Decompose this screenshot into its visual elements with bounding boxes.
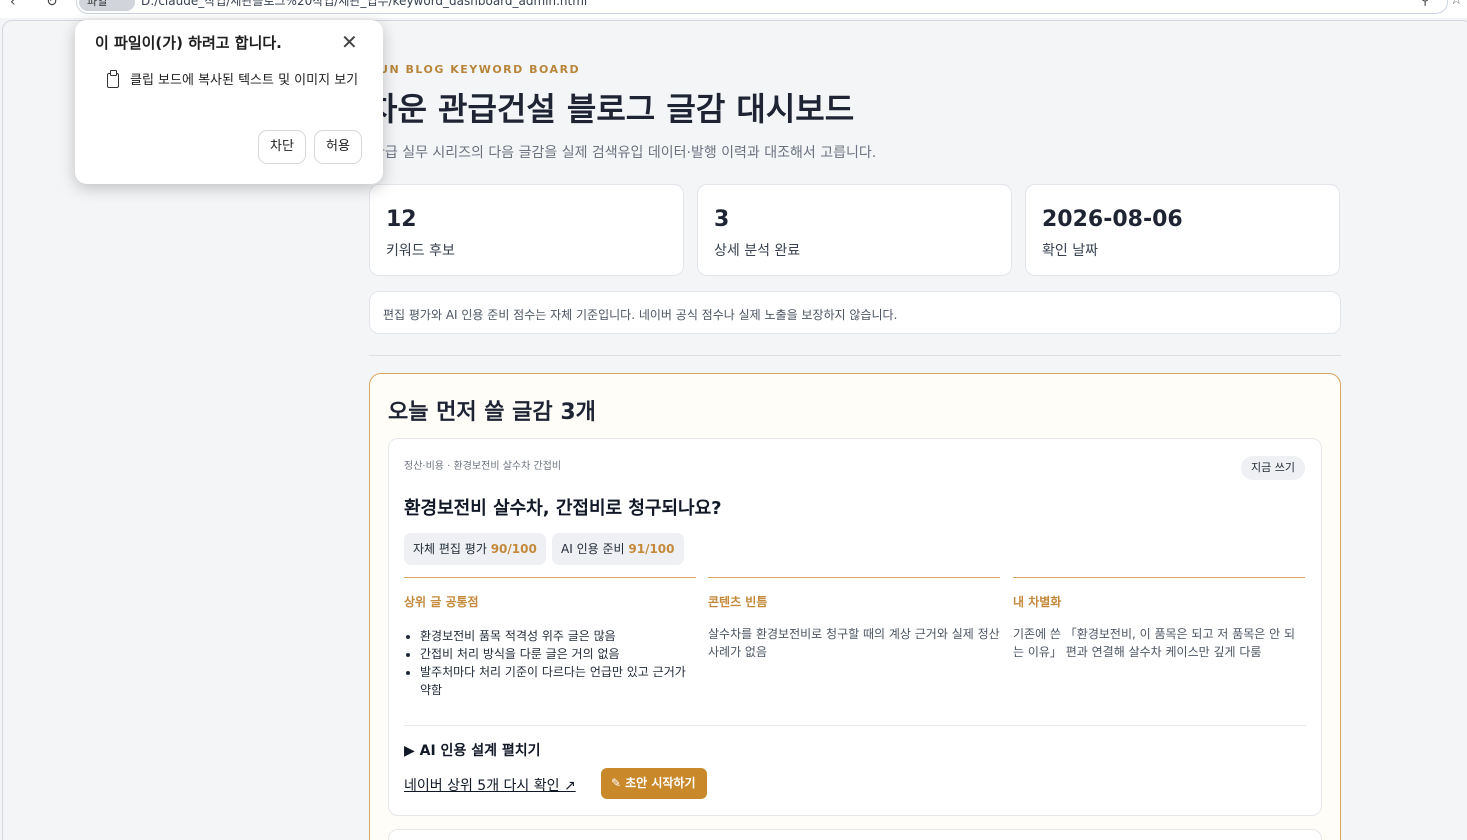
ai-score-chip: AI 인용 준비 91/100 <box>552 533 684 565</box>
ai-design-toggle[interactable]: ▶ AI 인용 설계 펼치기 <box>404 740 540 760</box>
topic-title: 환경보전비 살수차, 간접비로 청구되나요? <box>404 498 722 519</box>
ai-score-value: 91/100 <box>628 542 675 556</box>
page-subtitle: 관급 실무 시리즈의 다음 글감을 실제 검색유입 데이터·발행 이력과 대조해… <box>372 145 877 161</box>
insight-heading: 콘텐츠 빈틈 <box>708 595 768 609</box>
search-icon[interactable]: ⚲ <box>1420 0 1430 8</box>
topic-card-next <box>388 829 1322 840</box>
naver-recheck-link[interactable]: 네이버 상위 5개 다시 확인 ↗ <box>404 775 576 795</box>
site-info-label: 파일 <box>87 0 108 8</box>
arrow-left-icon[interactable]: ‹ <box>10 0 16 10</box>
insight-heading: 상위 글 공통점 <box>404 595 479 609</box>
browser-toolbar: ‹ ↻ 파일 D:/claude_작업/세관블로그%20작업/세관_업무/key… <box>0 0 1467 18</box>
start-draft-button[interactable]: ✎ 초안 시작하기 <box>601 768 708 799</box>
star-icon[interactable]: ☆ <box>1450 0 1463 8</box>
pencil-icon: ✎ <box>611 776 622 790</box>
list-item: 환경보전비 품목 적격성 위주 글은 많음 <box>420 627 696 645</box>
section-divider <box>369 355 1341 356</box>
stat-card-analysis-done: 3 상세 분석 완료 <box>697 184 1012 276</box>
stat-card-check-date: 2026-08-06 확인 날짜 <box>1025 184 1340 276</box>
write-now-badge: 지금 쓰기 <box>1241 456 1305 480</box>
permission-popup: 이 파일이(가) 하려고 합니다. ✕ 클립 보드에 복사된 텍스트 및 이미지… <box>75 20 383 184</box>
list-item: 발주처마다 처리 기준이 다르다는 언급만 있고 근거가 약함 <box>420 663 696 699</box>
start-draft-label: 초안 시작하기 <box>625 776 696 790</box>
address-text: D:/claude_작업/세관블로그%20작업/세관_업무/keyword_da… <box>141 0 588 8</box>
edit-score-label: 자체 편집 평가 <box>413 542 487 556</box>
today-section-title: 오늘 먼저 쓸 글감 3개 <box>388 400 596 425</box>
card-divider <box>404 725 1306 726</box>
allow-button[interactable]: 허용 <box>314 130 362 164</box>
reload-icon[interactable]: ↻ <box>46 0 58 10</box>
edit-score-chip: 자체 편집 평가 90/100 <box>404 533 546 565</box>
stat-value: 12 <box>386 207 417 232</box>
board-eyebrow: EUN BLOG KEYWORD BOARD <box>370 63 581 76</box>
page-title: 차운 관급건설 블로그 글감 대시보드 <box>368 90 855 128</box>
stat-label: 확인 날짜 <box>1042 243 1098 259</box>
site-info-button[interactable]: 파일 <box>79 0 135 11</box>
list-item: 간접비 처리 방식을 다룬 글은 거의 없음 <box>420 645 696 663</box>
stat-value: 3 <box>714 207 730 232</box>
block-button[interactable]: 차단 <box>258 130 306 164</box>
clipboard-icon <box>107 70 119 88</box>
address-bar[interactable]: 파일 D:/claude_작업/세관블로그%20작업/세관_업무/keyword… <box>76 0 1448 14</box>
popup-title: 이 파일이(가) 하려고 합니다. <box>95 34 282 52</box>
common-points-list: 환경보전비 품목 적격성 위주 글은 많음 간접비 처리 방식을 다룬 글은 거… <box>404 627 696 699</box>
stat-card-keyword-candidates: 12 키워드 후보 <box>369 184 684 276</box>
today-topics-section: 오늘 먼저 쓸 글감 3개 정산·비용 · 환경보전비 살수차 간접비 지금 쓰… <box>369 373 1341 840</box>
edit-score-value: 90/100 <box>490 542 537 556</box>
stat-label: 키워드 후보 <box>386 243 455 259</box>
insight-text: 기존에 쓴 「환경보전비, 이 품목은 되고 저 품목은 안 되는 이유」 편과… <box>1013 627 1295 659</box>
stat-label: 상세 분석 완료 <box>714 243 801 259</box>
ai-score-label: AI 인용 준비 <box>561 542 625 556</box>
insight-differentiation-column: 내 차별화 기존에 쓴 「환경보전비, 이 품목은 되고 저 품목은 안 되는 … <box>1013 577 1305 661</box>
insight-heading: 내 차별화 <box>1013 595 1062 609</box>
stat-value: 2026-08-06 <box>1042 207 1183 232</box>
topic-card: 정산·비용 · 환경보전비 살수차 간접비 지금 쓰기 환경보전비 살수차, 간… <box>388 438 1322 816</box>
close-icon[interactable]: ✕ <box>341 32 358 52</box>
score-disclaimer: 편집 평가와 AI 인용 준비 점수는 자체 기준입니다. 네이버 공식 점수나… <box>369 291 1341 334</box>
insight-common-column: 상위 글 공통점 환경보전비 품목 적격성 위주 글은 많음 간접비 처리 방식… <box>404 577 696 699</box>
popup-request-text: 클립 보드에 복사된 텍스트 및 이미지 보기 <box>130 73 359 88</box>
topic-category: 정산·비용 · 환경보전비 살수차 간접비 <box>404 461 562 472</box>
insight-text: 살수차를 환경보전비로 청구할 때의 계상 근거와 실제 정산 사례가 없음 <box>708 627 1000 659</box>
disclaimer-text: 편집 평가와 AI 인용 준비 점수는 자체 기준입니다. 네이버 공식 점수나… <box>383 308 898 322</box>
insight-gap-column: 콘텐츠 빈틈 살수차를 환경보전비로 청구할 때의 계상 근거와 실제 정산 사… <box>708 577 1000 661</box>
